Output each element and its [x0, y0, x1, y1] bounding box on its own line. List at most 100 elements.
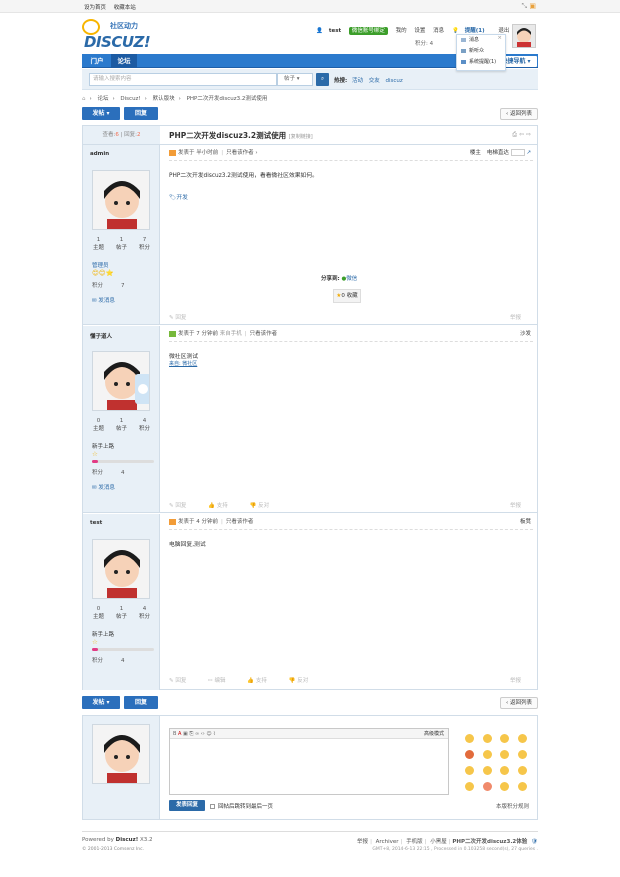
only-author-link[interactable]: 只看该作者: [226, 519, 254, 525]
search-scope-select[interactable]: 帖子 ▾: [277, 73, 313, 86]
stat-posts[interactable]: 1 帖子: [116, 606, 127, 620]
report-link[interactable]: 举报: [510, 676, 521, 684]
user-group[interactable]: 管理员: [92, 261, 109, 269]
send-message-link[interactable]: ✉ 发消息: [92, 296, 115, 304]
font-color-icon[interactable]: A: [178, 731, 181, 737]
oppose-link[interactable]: 👎 反对: [289, 678, 319, 684]
author-name[interactable]: 懂子道人: [90, 332, 112, 340]
hot-search-link[interactable]: 交友: [369, 78, 380, 84]
submit-reply-button[interactable]: 发表回复: [169, 800, 205, 811]
stat-posts[interactable]: 1 帖子: [116, 418, 127, 432]
user-group[interactable]: 新手上路: [92, 630, 114, 638]
credit-rules-link[interactable]: 本版积分规则: [496, 802, 529, 810]
oppose-link[interactable]: 👎 反对: [250, 503, 280, 509]
hot-search-link[interactable]: 活动: [352, 78, 363, 84]
stat-credits[interactable]: 4 积分: [139, 606, 150, 620]
reply-link[interactable]: ✎ 回复: [169, 315, 196, 321]
footer-link[interactable]: 手机版: [406, 839, 423, 845]
author-name[interactable]: test: [90, 520, 102, 526]
footer-link[interactable]: Archiver: [376, 839, 399, 845]
prev-thread-icon[interactable]: ⇦: [519, 131, 524, 138]
smiley-icon[interactable]: [482, 734, 492, 743]
stat-topics[interactable]: 0 主题: [93, 606, 104, 620]
footer-link[interactable]: 小黑屋: [430, 839, 447, 845]
only-author-link[interactable]: 只看该作者: [250, 331, 278, 337]
settings-link[interactable]: 设置: [414, 28, 425, 34]
reply-link[interactable]: ✎ 回复: [169, 503, 196, 509]
author-avatar[interactable]: [92, 170, 150, 230]
stat-credits[interactable]: 4 积分: [139, 418, 150, 432]
user-group[interactable]: 新手上路: [92, 442, 114, 450]
smiley-icon[interactable]: [517, 782, 527, 791]
theme-icon[interactable]: ▣: [529, 2, 536, 10]
jump-last-page-checkbox[interactable]: 回帖后跳转到最后一页: [210, 802, 273, 810]
author-avatar[interactable]: [92, 351, 150, 411]
jump-icon[interactable]: ↗: [526, 150, 531, 156]
smiley-icon[interactable]: [465, 734, 475, 743]
post-tag[interactable]: 🏷开发: [169, 192, 188, 201]
breadcrumb-item[interactable]: 论坛: [97, 96, 108, 102]
current-user-avatar[interactable]: [92, 724, 150, 784]
dropdown-item-system[interactable]: 系统提醒(1): [457, 57, 505, 68]
breadcrumb-item[interactable]: 默认版块: [153, 96, 175, 102]
advanced-mode-link[interactable]: 高级模式: [424, 729, 444, 739]
back-to-list-button-bottom[interactable]: ‹ 返回列表: [500, 697, 538, 709]
copy-link[interactable]: [复制链接]: [289, 134, 313, 140]
share-wechat-link[interactable]: ●微信: [341, 276, 357, 282]
only-author-link[interactable]: 只看该作者: [226, 150, 254, 156]
attachment-icon[interactable]: ⎘: [189, 731, 193, 737]
home-icon[interactable]: ⌂: [82, 96, 86, 102]
nav-item-forum[interactable]: 论坛: [111, 54, 137, 68]
smiley-icon[interactable]: [517, 750, 527, 759]
nav-item-portal[interactable]: 门户: [84, 54, 110, 68]
smiley-icon[interactable]: [517, 766, 527, 775]
post-source-link[interactable]: 来自: 微社区: [169, 360, 197, 367]
site-logo[interactable]: 社区动力 DISCUZ!: [82, 19, 152, 51]
credit-link[interactable]: 积分: 4: [415, 39, 433, 47]
smiley-icon[interactable]: [465, 782, 475, 791]
reply-editor[interactable]: B A ▣ ⎘ ∞ ‹› ☺ ⌇ 高级模式: [169, 728, 449, 795]
smiley-icon[interactable]: [482, 750, 492, 759]
floor-jump-input[interactable]: [510, 149, 525, 156]
stat-topics[interactable]: 0 主题: [93, 418, 104, 432]
smiley-icon[interactable]: [500, 750, 510, 759]
stat-credits[interactable]: 7 积分: [139, 237, 150, 251]
link-icon[interactable]: ∞: [195, 731, 199, 737]
footer-link[interactable]: PHP二次开发discuz3.2体验: [452, 839, 527, 845]
username-link[interactable]: test: [329, 28, 341, 34]
next-thread-icon[interactable]: ⇨: [526, 131, 531, 138]
stat-topics[interactable]: 1 主题: [93, 237, 104, 251]
back-to-list-button[interactable]: ‹ 返回列表: [500, 108, 538, 120]
smiley-icon[interactable]: [517, 734, 527, 743]
smiley-icon[interactable]: [500, 782, 510, 791]
close-icon[interactable]: ×: [497, 35, 502, 41]
my-menu[interactable]: 我的: [396, 28, 407, 34]
user-avatar[interactable]: [512, 24, 536, 48]
smiley-icon[interactable]: [465, 750, 475, 759]
search-input[interactable]: 请输入搜索内容: [89, 73, 277, 86]
new-post-button-bottom[interactable]: 发帖 ▾: [82, 696, 120, 709]
support-link[interactable]: 👍 支持: [208, 503, 238, 509]
dropdown-item-followers[interactable]: 新听众: [457, 46, 505, 57]
breadcrumb-item[interactable]: PHP二次开发discuz3.2测试使用: [187, 96, 268, 102]
reply-link[interactable]: ✎ 回复: [169, 678, 196, 684]
smiley-icon[interactable]: [482, 766, 492, 775]
smiley-icon[interactable]: [465, 766, 475, 775]
hot-search-link[interactable]: discuz: [385, 78, 402, 84]
bookmark-link[interactable]: 收藏本站: [114, 5, 136, 11]
bold-icon[interactable]: B: [173, 731, 176, 737]
report-link[interactable]: 举报: [510, 313, 521, 321]
search-button[interactable]: ⌕: [316, 73, 329, 86]
wechat-bind-button[interactable]: 微信账号绑定: [348, 27, 388, 35]
print-icon[interactable]: ⎙: [512, 131, 517, 138]
breadcrumb-item[interactable]: Discuz!: [120, 96, 140, 102]
messages-link[interactable]: 消息: [433, 28, 444, 34]
author-avatar[interactable]: [92, 539, 150, 599]
reply-button[interactable]: 回复: [124, 107, 158, 120]
smiley-icon[interactable]: [482, 782, 492, 791]
author-name[interactable]: admin: [90, 151, 109, 157]
expand-icon[interactable]: ⤡: [522, 2, 528, 10]
code-icon[interactable]: ‹›: [201, 731, 205, 737]
footer-link[interactable]: 举报: [357, 839, 368, 845]
send-message-link[interactable]: ✉ 发消息: [92, 483, 115, 491]
